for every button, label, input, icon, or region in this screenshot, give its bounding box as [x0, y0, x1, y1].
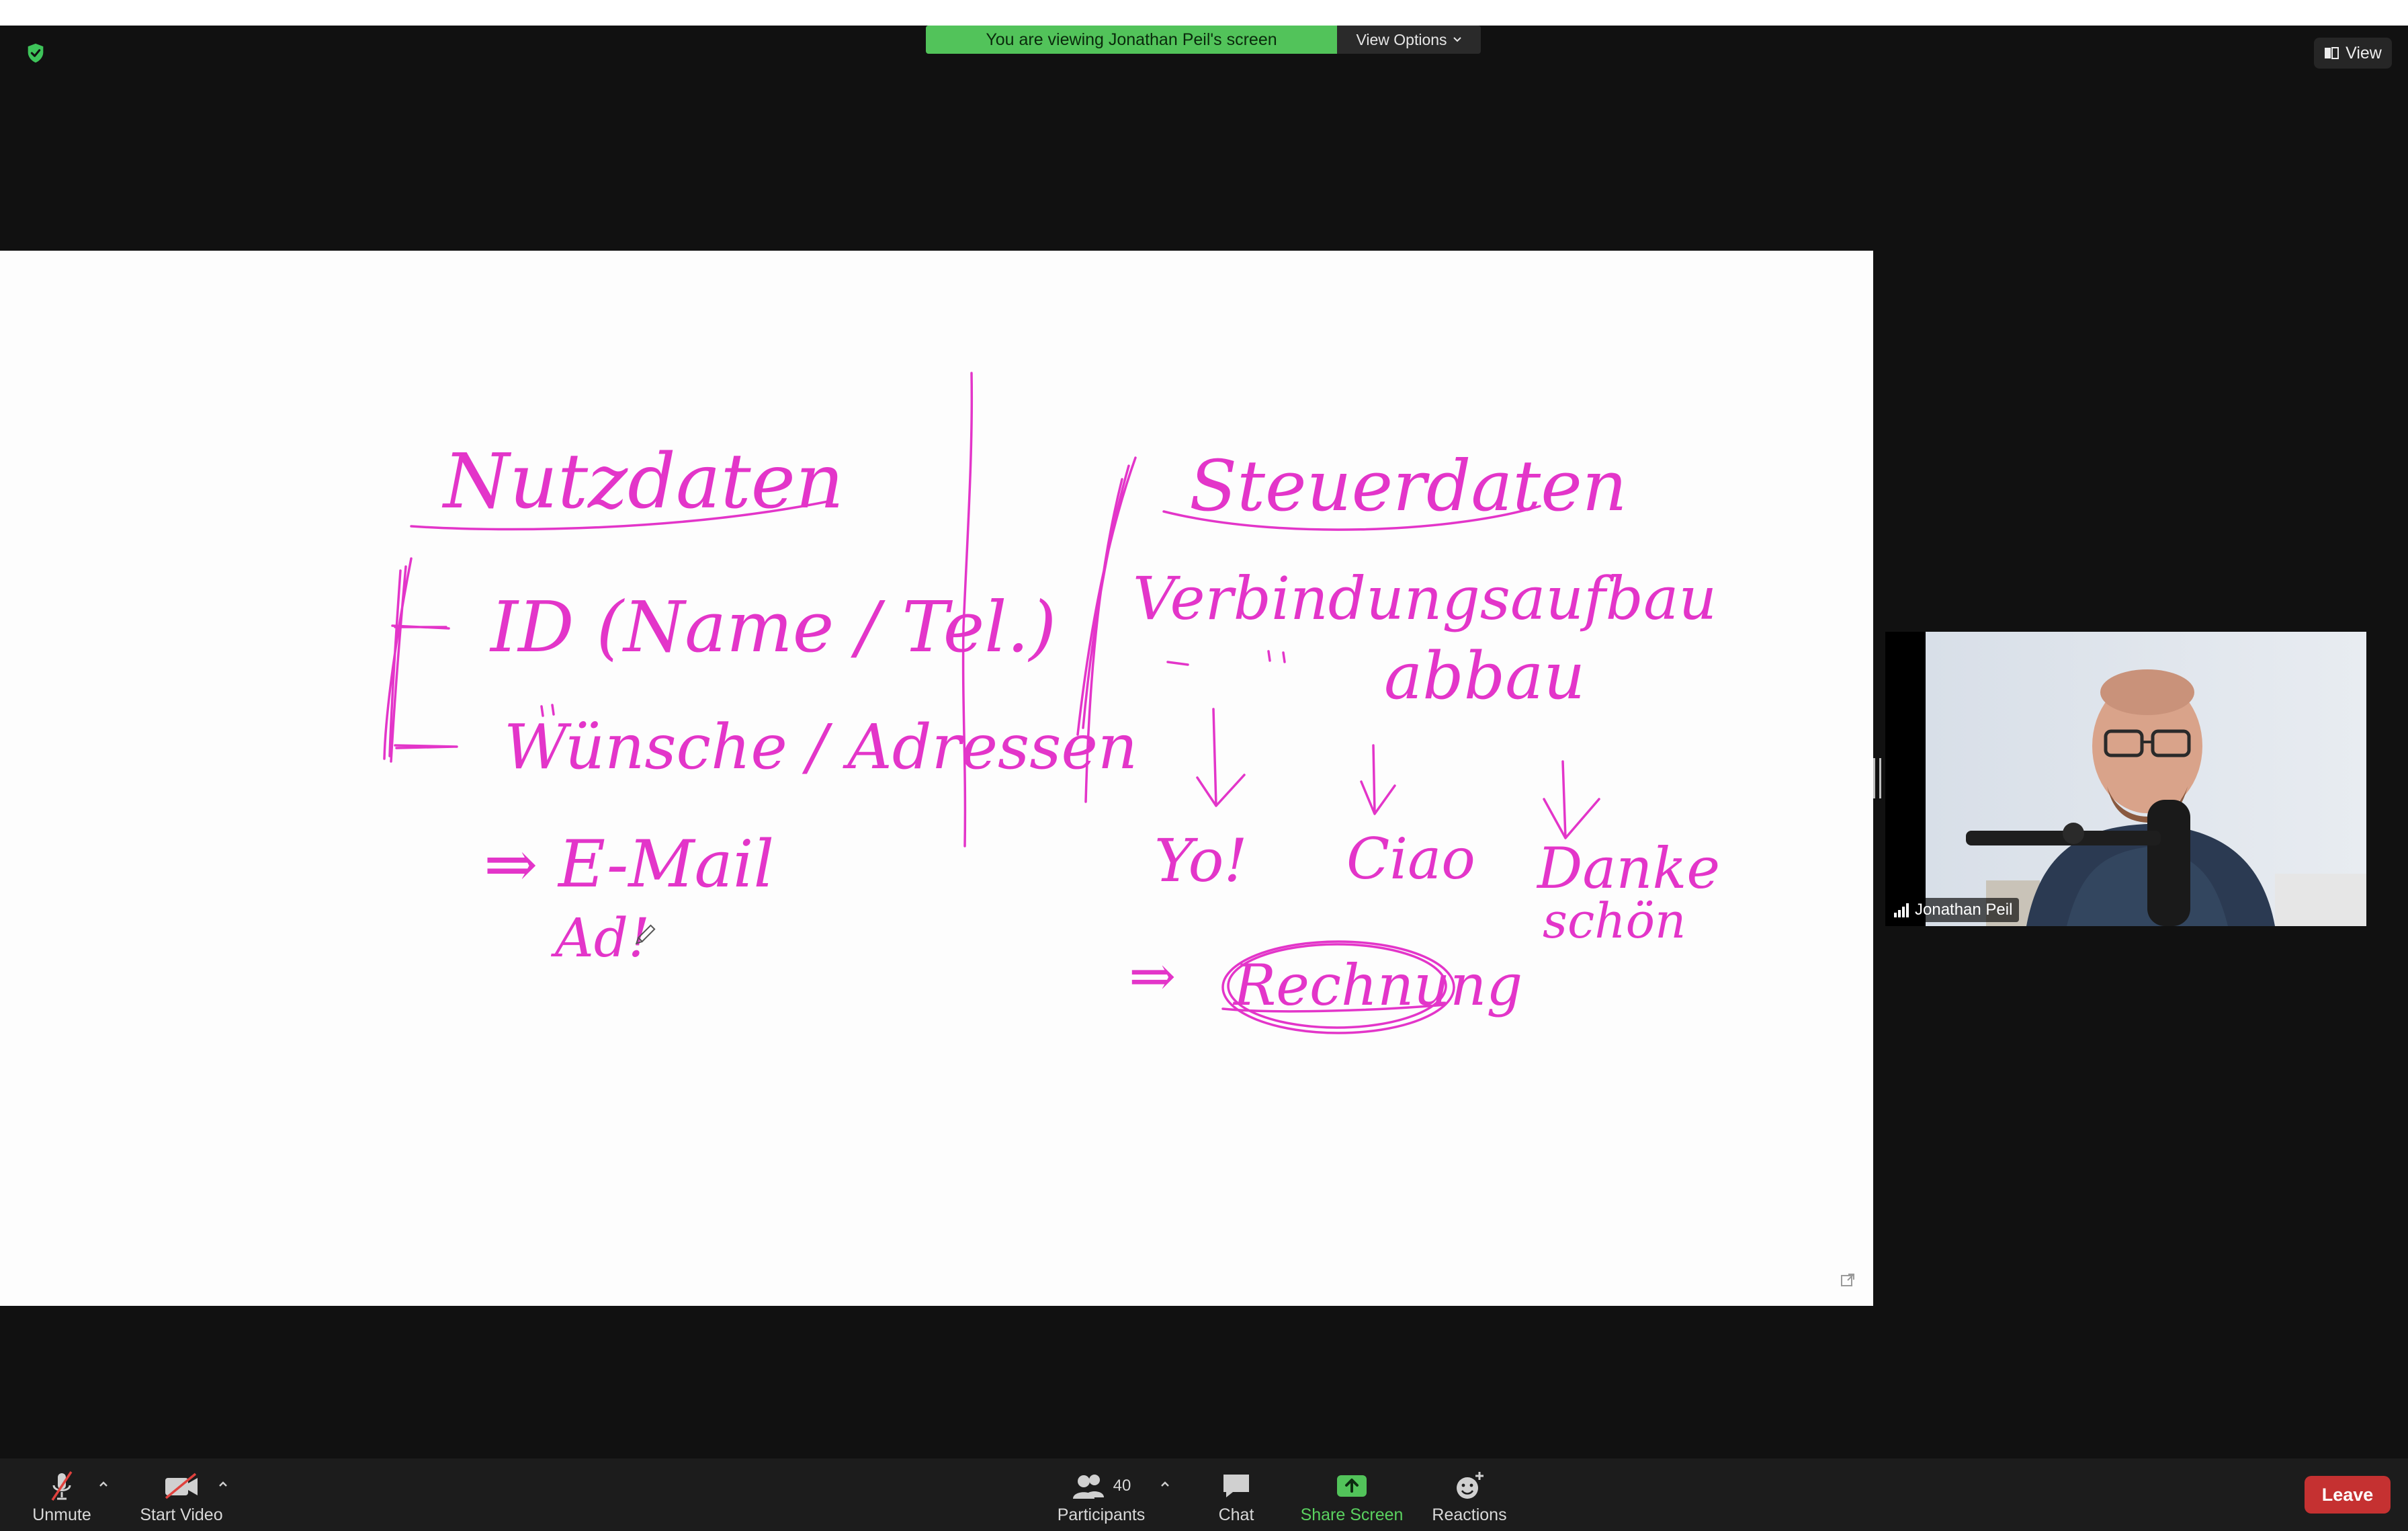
leave-button[interactable]: Leave — [2305, 1476, 2391, 1514]
participants-icon — [1072, 1475, 1104, 1499]
arrow-down-3 — [1543, 760, 1600, 839]
participant-video-feed — [1926, 632, 2366, 926]
right-item-3b-text: schön — [1543, 893, 1686, 949]
shared-whiteboard: Nutzdaten ID (Name / Tel.) Wünsche / Adr… — [0, 251, 1873, 1306]
video-camera-off-icon — [165, 1473, 198, 1499]
unmute-button[interactable]: Unmute — [27, 1469, 97, 1527]
unmute-label: Unmute — [32, 1505, 91, 1524]
viewing-banner-text: You are viewing Jonathan Peil's screen — [986, 30, 1277, 49]
view-layout-button[interactable]: View — [2314, 38, 2392, 69]
popout-icon[interactable] — [1840, 1272, 1856, 1288]
resize-handle[interactable] — [1873, 758, 1881, 798]
whiteboard-canvas: Nutzdaten ID (Name / Tel.) Wünsche / Adr… — [383, 372, 1720, 1034]
reactions-emoji-icon — [1457, 1472, 1484, 1499]
right-item-1-text: Yo! — [1154, 826, 1248, 895]
participants-button[interactable]: 40 Participants — [1054, 1469, 1149, 1527]
share-screen-button[interactable]: Share Screen — [1298, 1469, 1406, 1527]
arrow-down-2 — [1360, 744, 1396, 815]
right-heading-text: Steuerdaten — [1189, 445, 1627, 527]
top-window-strip — [0, 0, 2408, 26]
chat-button[interactable]: Chat — [1209, 1469, 1263, 1527]
view-options-button[interactable]: View Options — [1337, 26, 1481, 54]
signal-strength-icon — [1894, 903, 1909, 917]
right-line-2-text: abbau — [1384, 638, 1585, 714]
participant-name: Jonathan Peil — [1915, 901, 2013, 919]
chat-bubble-icon — [1223, 1475, 1249, 1497]
share-screen-label: Share Screen — [1300, 1505, 1404, 1524]
layout-icon — [2325, 47, 2339, 59]
left-line-4-text: Ad! — [550, 907, 650, 969]
left-line-3-text: ⇒ E-Mail — [484, 827, 774, 902]
right-result-prefix: ⇒ — [1129, 943, 1176, 1009]
start-video-button[interactable]: Start Video — [134, 1469, 228, 1527]
left-line-2-text: Wünsche / Adressen — [504, 711, 1137, 783]
reactions-label: Reactions — [1432, 1505, 1507, 1524]
viewing-banner: You are viewing Jonathan Peil's screen — [926, 26, 1337, 54]
reactions-button[interactable]: Reactions — [1427, 1469, 1512, 1527]
leave-label: Leave — [2321, 1484, 2374, 1505]
chat-label: Chat — [1218, 1505, 1254, 1524]
arrow-down-1 — [1196, 708, 1246, 807]
microphone-muted-icon — [51, 1471, 73, 1501]
right-item-3a-text: Danke — [1536, 835, 1720, 901]
right-line-1-text: Verbindungsaufbau — [1133, 564, 1717, 633]
participant-count: 40 — [1113, 1477, 1131, 1495]
share-screen-icon — [1337, 1475, 1367, 1497]
view-options-label: View Options — [1356, 30, 1447, 48]
left-heading-text: Nutzdaten — [441, 438, 844, 526]
view-layout-label: View — [2346, 43, 2382, 63]
right-item-2-text: Ciao — [1346, 826, 1475, 892]
left-bracket-stroke — [383, 557, 458, 763]
shield-check-icon[interactable] — [24, 42, 47, 65]
participants-label: Participants — [1057, 1505, 1146, 1524]
chevron-down-icon — [1453, 37, 1461, 42]
participants-options-caret-icon[interactable] — [1158, 1477, 1172, 1491]
participant-name-tag: Jonathan Peil — [1889, 898, 2020, 922]
meeting-toolbar: Unmute Start Video 40 Participants Chat … — [0, 1458, 2408, 1531]
video-options-caret-icon[interactable] — [216, 1477, 230, 1491]
right-result-text: Rechnung — [1232, 952, 1522, 1018]
start-video-label: Start Video — [140, 1505, 223, 1524]
left-line-1-text: ID (Name / Tel.) — [489, 586, 1056, 668]
audio-options-caret-icon[interactable] — [97, 1477, 110, 1491]
participant-video-tile[interactable]: Jonathan Peil — [1885, 632, 2366, 926]
